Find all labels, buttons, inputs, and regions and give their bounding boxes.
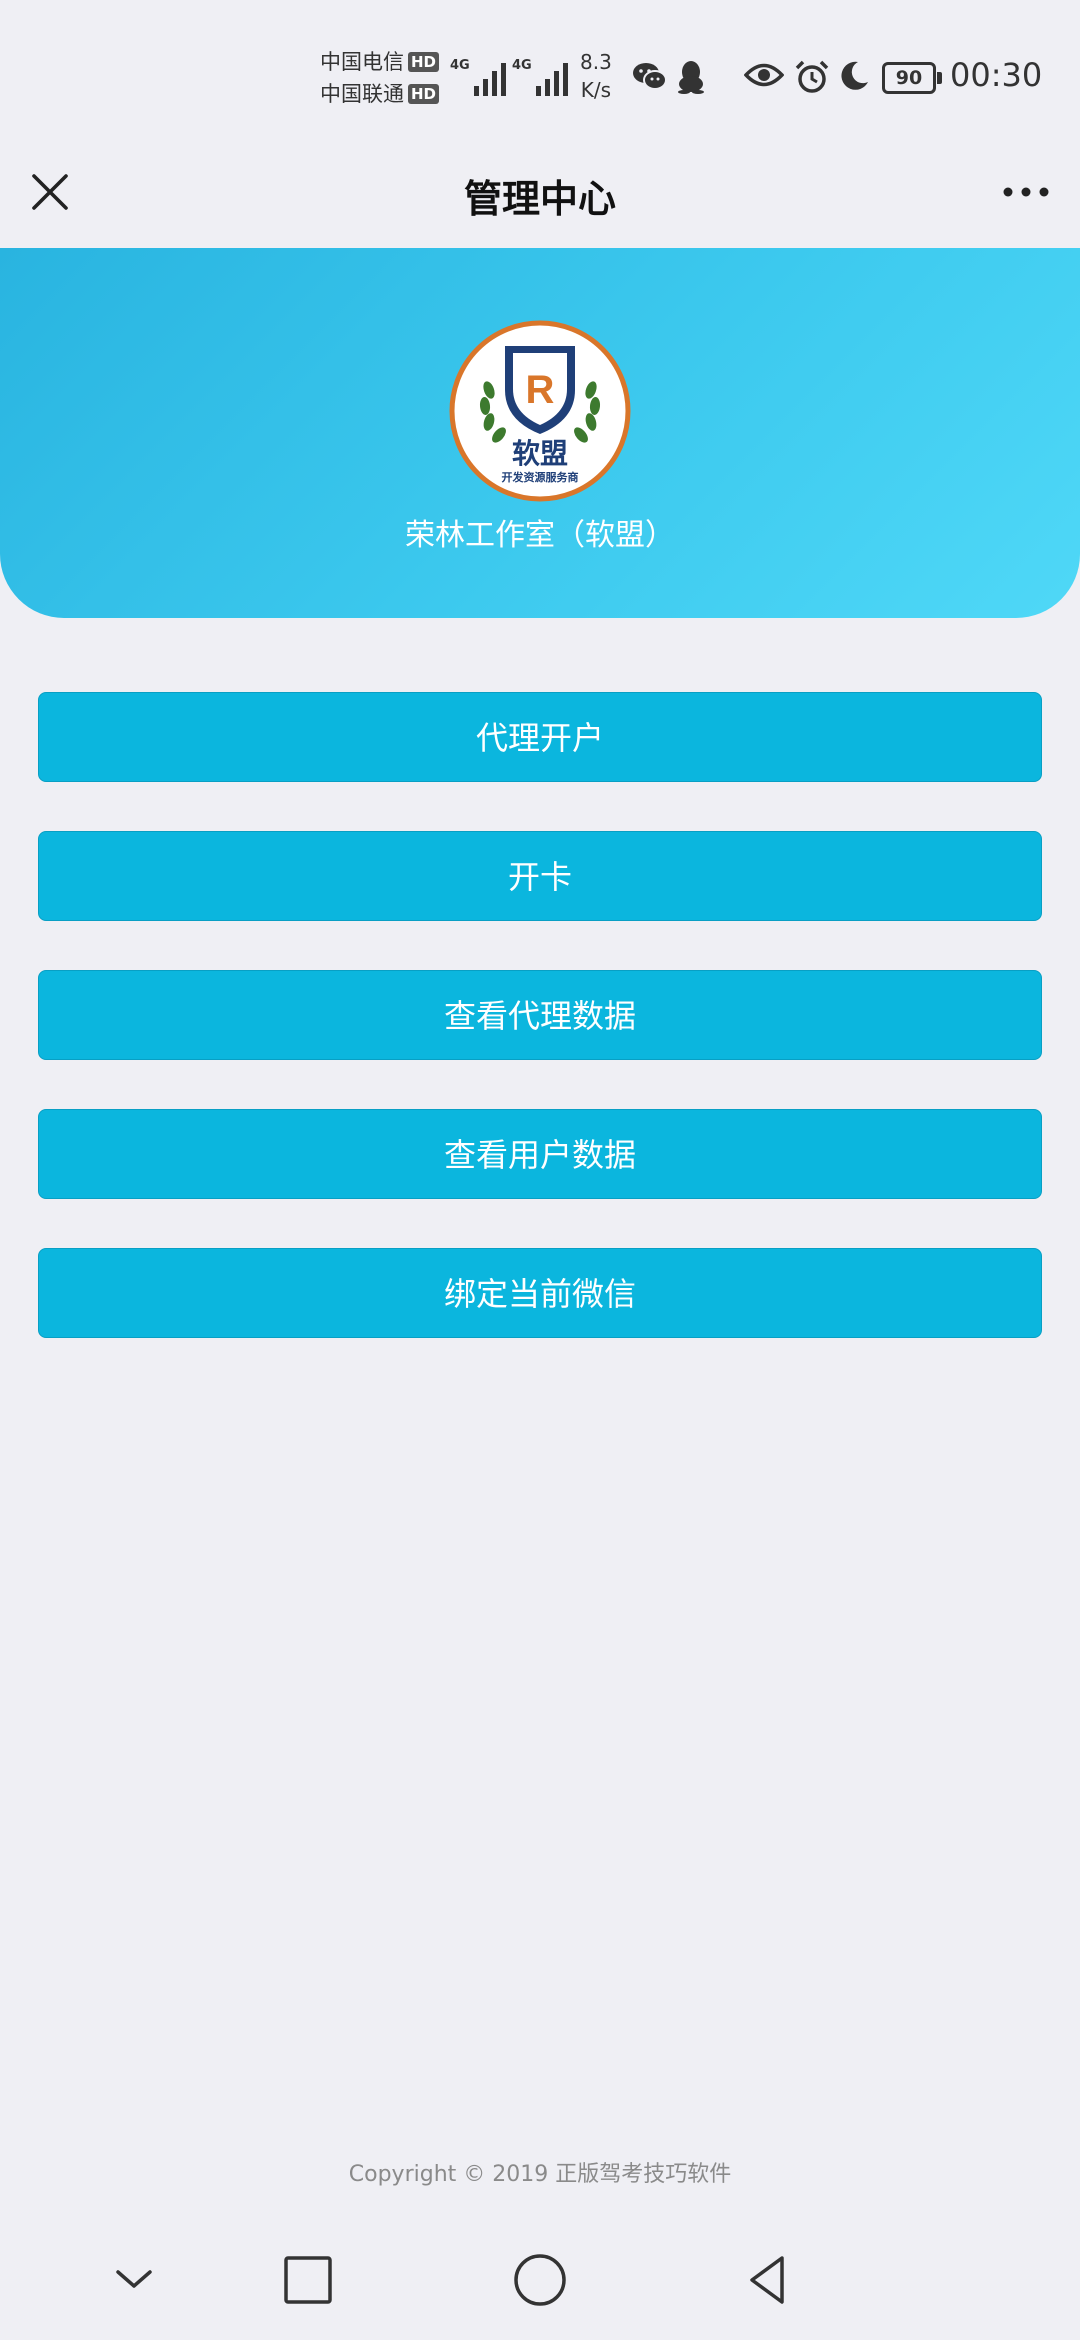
- logo-letter: R: [526, 368, 555, 412]
- logo-text: 软盟: [512, 437, 568, 470]
- network-type-1: 4G: [450, 58, 470, 73]
- carrier-1: 中国电信: [320, 50, 404, 74]
- qq-icon: [678, 61, 704, 94]
- chevron-down-icon[interactable]: [102, 2248, 166, 2312]
- page-title: 管理中心: [463, 177, 616, 221]
- org-name: 荣林工作室（软盟）: [405, 518, 675, 553]
- open-card-button[interactable]: 开卡: [38, 831, 1042, 921]
- profile-header: R 软盟 开发资源服务商 荣林工作室（软盟）: [0, 248, 1080, 618]
- signal-bars-icon: [536, 63, 568, 96]
- alarm-icon: [795, 60, 829, 93]
- network-type-2: 4G: [512, 58, 532, 73]
- logo-tagline: 开发资源服务商: [502, 470, 579, 484]
- eye-icon: [744, 63, 784, 87]
- wechat-icon: [633, 63, 667, 90]
- moon-icon: [841, 61, 868, 90]
- system-nav-bar: [0, 2220, 1080, 2340]
- speed-value: 8.3: [580, 50, 612, 74]
- hd-badge: HD: [408, 52, 440, 72]
- logo: R 软盟 开发资源服务商: [449, 320, 631, 502]
- speed-unit: K/s: [580, 78, 612, 102]
- status-bar: 中国电信 HD 中国联通 HD 4G 4G 8.3 K/s 90 00:30: [0, 0, 1080, 140]
- network-speed: 8.3 K/s: [580, 48, 612, 104]
- recents-icon[interactable]: [276, 2248, 340, 2312]
- back-icon[interactable]: [736, 2248, 800, 2312]
- view-agent-data-button[interactable]: 查看代理数据: [38, 970, 1042, 1060]
- bind-wechat-button[interactable]: 绑定当前微信: [38, 1248, 1042, 1338]
- agent-account-button[interactable]: 代理开户: [38, 692, 1042, 782]
- battery-indicator: 90: [882, 62, 942, 94]
- home-icon[interactable]: [508, 2248, 572, 2312]
- menu-list: 代理开户 开卡 查看代理数据 查看用户数据 绑定当前微信: [38, 692, 1042, 1387]
- more-icon[interactable]: [1000, 174, 1052, 210]
- nav-bar: 管理中心: [0, 140, 1080, 248]
- carrier-info: 中国电信 HD 中国联通 HD: [320, 46, 440, 110]
- hd-badge: HD: [408, 84, 440, 104]
- view-user-data-button[interactable]: 查看用户数据: [38, 1109, 1042, 1199]
- clock: 00:30: [950, 56, 1043, 94]
- signal-bars-icon: [474, 63, 506, 96]
- carrier-2: 中国联通: [320, 82, 404, 106]
- copyright-text: Copyright © 2019 正版驾考技巧软件: [348, 2162, 732, 2187]
